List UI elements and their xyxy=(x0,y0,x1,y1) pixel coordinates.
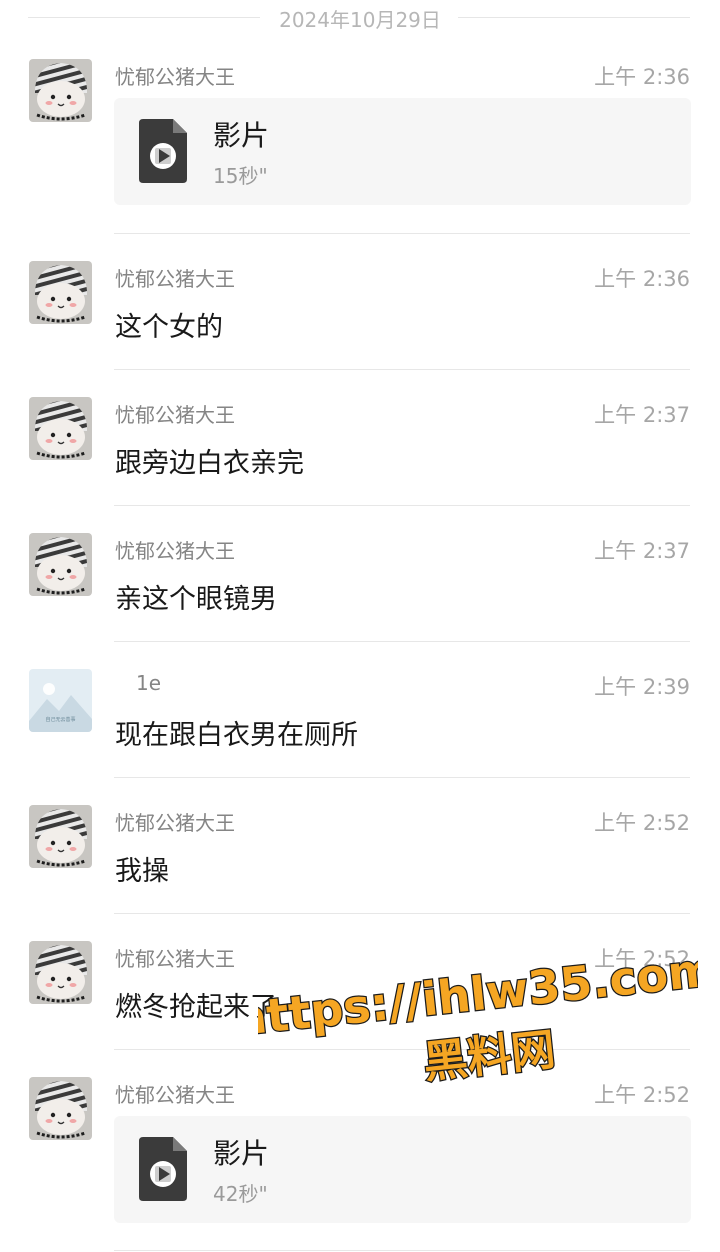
pig-avatar-icon xyxy=(29,261,92,324)
avatar[interactable] xyxy=(29,59,92,122)
divider xyxy=(114,233,690,234)
avatar[interactable] xyxy=(29,1077,92,1140)
avatar[interactable] xyxy=(29,261,92,324)
placeholder-avatar-icon: 自己无云善事 xyxy=(29,669,92,732)
pig-avatar-icon xyxy=(29,59,92,122)
watermark-name: 黑料网 xyxy=(421,1024,558,1089)
message-text: 亲这个眼镜男 xyxy=(115,584,277,615)
message-text: 现在跟白衣男在厕所 xyxy=(115,720,358,751)
sender-name: 1e xyxy=(136,671,162,695)
avatar[interactable] xyxy=(29,533,92,596)
video-title: 影片 xyxy=(213,1137,270,1170)
sender-name: 忧郁公猪大王 xyxy=(115,403,235,427)
timestamp: 上午 2:39 xyxy=(594,675,690,699)
sender-name: 忧郁公猪大王 xyxy=(115,539,235,563)
avatar[interactable] xyxy=(29,805,92,868)
pig-avatar-icon xyxy=(29,533,92,596)
date-separator: 2024年10月29日 xyxy=(0,0,720,36)
avatar[interactable]: 自己无云善事 xyxy=(29,669,92,732)
divider xyxy=(114,505,690,506)
divider xyxy=(114,913,690,914)
avatar-caption: 自己无云善事 xyxy=(45,716,75,723)
video-title: 影片 xyxy=(213,119,270,152)
sender-name: 忧郁公猪大王 xyxy=(115,1083,235,1107)
pig-avatar-icon xyxy=(29,1077,92,1140)
video-file-icon xyxy=(139,119,187,183)
video-message-card[interactable]: 影片 15秒" xyxy=(114,98,691,205)
pig-avatar-icon xyxy=(29,805,92,868)
divider xyxy=(114,777,690,778)
divider xyxy=(114,1250,690,1251)
sender-name: 忧郁公猪大王 xyxy=(115,811,235,835)
message-text: 跟旁边白衣亲完 xyxy=(115,448,304,479)
timestamp: 上午 2:36 xyxy=(594,267,690,291)
sender-name: 忧郁公猪大王 xyxy=(115,65,235,89)
divider xyxy=(114,369,690,370)
sender-name: 忧郁公猪大王 xyxy=(115,947,235,971)
message-text: 燃冬抢起来了 xyxy=(115,992,277,1023)
timestamp: 上午 2:36 xyxy=(594,65,690,89)
pig-avatar-icon xyxy=(29,397,92,460)
sender-name: 忧郁公猪大王 xyxy=(115,267,235,291)
video-duration: 42秒" xyxy=(213,1182,268,1206)
timestamp: 上午 2:37 xyxy=(594,539,690,563)
video-file-icon xyxy=(139,1137,187,1201)
timestamp: 上午 2:37 xyxy=(594,403,690,427)
pig-avatar-icon xyxy=(29,941,92,1004)
date-label: 2024年10月29日 xyxy=(279,8,441,32)
timestamp: 上午 2:52 xyxy=(594,947,690,971)
divider xyxy=(458,17,690,18)
message-text: 这个女的 xyxy=(115,312,223,343)
avatar[interactable] xyxy=(29,941,92,1004)
timestamp: 上午 2:52 xyxy=(594,1083,690,1107)
message-text: 我操 xyxy=(115,856,169,887)
video-duration: 15秒" xyxy=(213,164,268,188)
avatar[interactable] xyxy=(29,397,92,460)
timestamp: 上午 2:52 xyxy=(594,811,690,835)
video-message-card[interactable]: 影片 42秒" xyxy=(114,1116,691,1223)
divider xyxy=(114,1049,690,1050)
divider xyxy=(114,641,690,642)
